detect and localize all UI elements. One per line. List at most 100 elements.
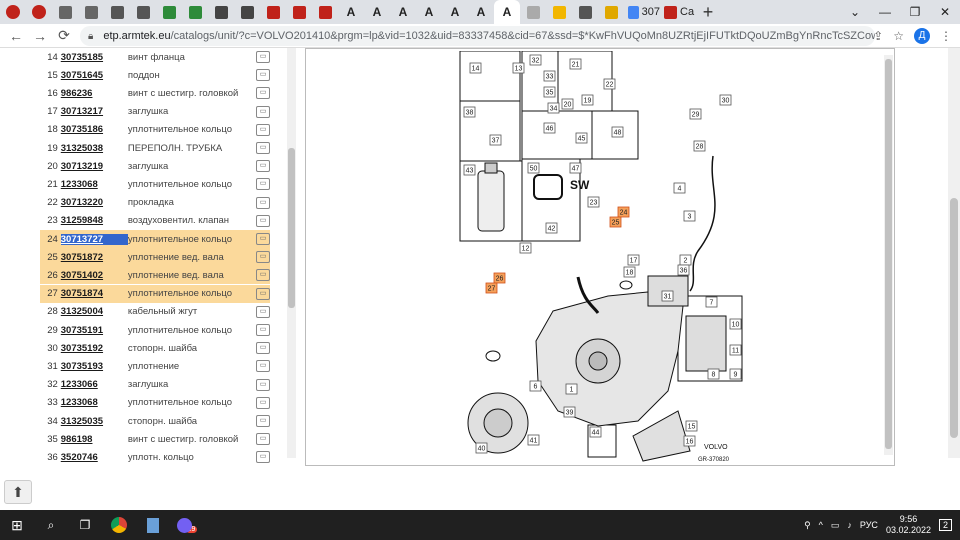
part-code-link[interactable]: 30751402	[61, 270, 128, 281]
list-item[interactable]: 34 31325035 стопорн. шайба ▭	[40, 412, 270, 430]
callout-10[interactable]: 10	[729, 318, 742, 330]
list-item[interactable]: 35 986198 винт с шестигр. головкой ▭	[40, 430, 270, 448]
part-code-link[interactable]: 30735185	[61, 52, 128, 63]
callout-17[interactable]: 17	[627, 254, 640, 266]
comment-icon[interactable]: ▭	[256, 342, 270, 355]
comment-icon[interactable]: ▭	[256, 87, 270, 100]
callout-43[interactable]: 43	[463, 164, 476, 176]
diagram-scrollbar[interactable]	[884, 55, 893, 455]
comment-icon[interactable]: ▭	[256, 451, 270, 464]
list-item[interactable]: 28 31325004 кабельный жгут ▭	[40, 303, 270, 321]
notepad-icon[interactable]	[136, 510, 170, 540]
bookmark-star-icon[interactable]: ☆	[893, 29, 904, 43]
callout-38[interactable]: 38	[463, 106, 476, 118]
search-icon[interactable]: ⌕	[34, 510, 68, 540]
language-indicator[interactable]: РУС	[860, 520, 878, 530]
viber-icon[interactable]: 19	[170, 510, 204, 540]
tab-3[interactable]	[52, 0, 78, 24]
part-code-link[interactable]: 31325004	[61, 306, 128, 317]
comment-icon[interactable]: ▭	[256, 415, 270, 427]
tab-10[interactable]	[234, 0, 260, 24]
callout-44[interactable]: 44	[589, 426, 602, 438]
new-tab-button[interactable]: +	[696, 2, 720, 23]
callout-33[interactable]: 33	[543, 70, 556, 82]
chevron-up-icon[interactable]: ^	[819, 520, 823, 530]
comment-icon[interactable]: ▭	[256, 142, 270, 154]
list-item[interactable]: 33 1233068 уплотнительное кольцо ▭	[40, 394, 270, 412]
list-item[interactable]: 14 30735185 винт фланца ▭	[40, 48, 270, 66]
comment-icon[interactable]: ▭	[256, 305, 270, 318]
callout-47[interactable]: 47	[569, 162, 582, 174]
scrollbar-thumb[interactable]	[950, 198, 958, 438]
callout-11[interactable]: 11	[729, 344, 742, 356]
callout-2[interactable]: 2	[679, 254, 692, 266]
callout-18[interactable]: 18	[623, 266, 636, 278]
page-scrollbar[interactable]	[948, 48, 960, 458]
clock[interactable]: 9:56 03.02.2022	[886, 514, 931, 536]
tab-16[interactable]: A	[390, 0, 416, 24]
callout-14[interactable]: 14	[469, 62, 482, 74]
comment-icon[interactable]: ▭	[256, 105, 270, 118]
callout-42[interactable]: 42	[545, 222, 558, 234]
callout-28[interactable]: 28	[693, 140, 706, 152]
tab-2[interactable]	[26, 0, 52, 24]
url-field[interactable]: 🔒︎ etp.armtek.eu/catalogs/unit/?c=VOLVO2…	[80, 26, 875, 46]
callout-13[interactable]: 13	[512, 62, 525, 74]
parts-list-scrollbar[interactable]	[287, 48, 296, 458]
comment-icon[interactable]: ▭	[256, 360, 270, 373]
callout-24[interactable]: 24	[617, 206, 630, 218]
notifications-icon[interactable]: 2	[938, 519, 952, 531]
forward-icon[interactable]: →	[28, 28, 52, 44]
tab-19[interactable]: A	[468, 0, 494, 24]
part-code-link[interactable]: 30735193	[61, 361, 128, 372]
callout-32[interactable]: 32	[529, 54, 542, 66]
tab-15[interactable]: A	[364, 0, 390, 24]
callout-31[interactable]: 31	[661, 290, 674, 302]
comment-icon[interactable]: ▭	[256, 396, 270, 409]
callout-8[interactable]: 8	[707, 368, 720, 380]
callout-22[interactable]: 22	[603, 78, 616, 90]
callout-40[interactable]: 40	[475, 442, 488, 454]
comment-icon[interactable]: ▭	[256, 178, 270, 191]
tab-7[interactable]	[156, 0, 182, 24]
callout-30[interactable]: 30	[719, 94, 732, 106]
tab-25[interactable]: 307	[624, 0, 660, 24]
callout-4[interactable]: 4	[673, 182, 686, 194]
tab-8[interactable]	[182, 0, 208, 24]
comment-icon[interactable]: ▭	[256, 287, 270, 300]
part-code-link[interactable]: 30713220	[61, 197, 128, 208]
volume-icon[interactable]: ♪	[847, 520, 852, 530]
part-code-link[interactable]: 1233068	[61, 397, 128, 408]
comment-icon[interactable]: ▭	[256, 160, 270, 173]
chrome-icon[interactable]	[102, 510, 136, 540]
callout-23[interactable]: 23	[587, 196, 600, 208]
tab-11[interactable]	[260, 0, 286, 24]
callout-3[interactable]: 3	[683, 210, 696, 222]
callout-20[interactable]: 20	[561, 98, 574, 110]
list-item[interactable]: 31 30735193 уплотнение ▭	[40, 357, 270, 375]
part-code-link[interactable]: 30751872	[61, 252, 128, 263]
callout-29[interactable]: 29	[689, 108, 702, 120]
reload-icon[interactable]: ⟳	[52, 27, 76, 44]
tab-1[interactable]	[0, 0, 26, 24]
scrollbar-thumb[interactable]	[885, 59, 892, 449]
tab-17[interactable]: A	[416, 0, 442, 24]
person-icon[interactable]: ⚲	[804, 520, 811, 531]
list-item[interactable]: 18 30735186 уплотнительное кольцо ▭	[40, 121, 270, 139]
callout-21[interactable]: 21	[569, 58, 582, 70]
list-item[interactable]: 23 31259848 воздуховентил. клапан ▭	[40, 212, 270, 230]
menu-icon[interactable]: ⋮	[940, 29, 952, 43]
list-item[interactable]: 27 30751874 уплотнительное кольцо ▭	[40, 284, 270, 303]
part-code-link[interactable]: 30735186	[61, 124, 128, 135]
maximize-button[interactable]: ❐	[900, 0, 930, 24]
part-code-link[interactable]: 3520746	[61, 452, 128, 463]
scrollbar-thumb[interactable]	[288, 148, 295, 308]
list-item[interactable]: 20 30713219 заглушка ▭	[40, 157, 270, 175]
tab-18[interactable]: A	[442, 0, 468, 24]
list-item[interactable]: 24 30713727 уплотнительное кольцо ▭	[40, 230, 270, 248]
lock-icon[interactable]: 🔒︎	[88, 31, 93, 42]
callout-41[interactable]: 41	[527, 434, 540, 446]
callout-26[interactable]: 26	[493, 272, 506, 284]
list-item[interactable]: 17 30713217 заглушка ▭	[40, 103, 270, 121]
callout-9[interactable]: 9	[729, 368, 742, 380]
